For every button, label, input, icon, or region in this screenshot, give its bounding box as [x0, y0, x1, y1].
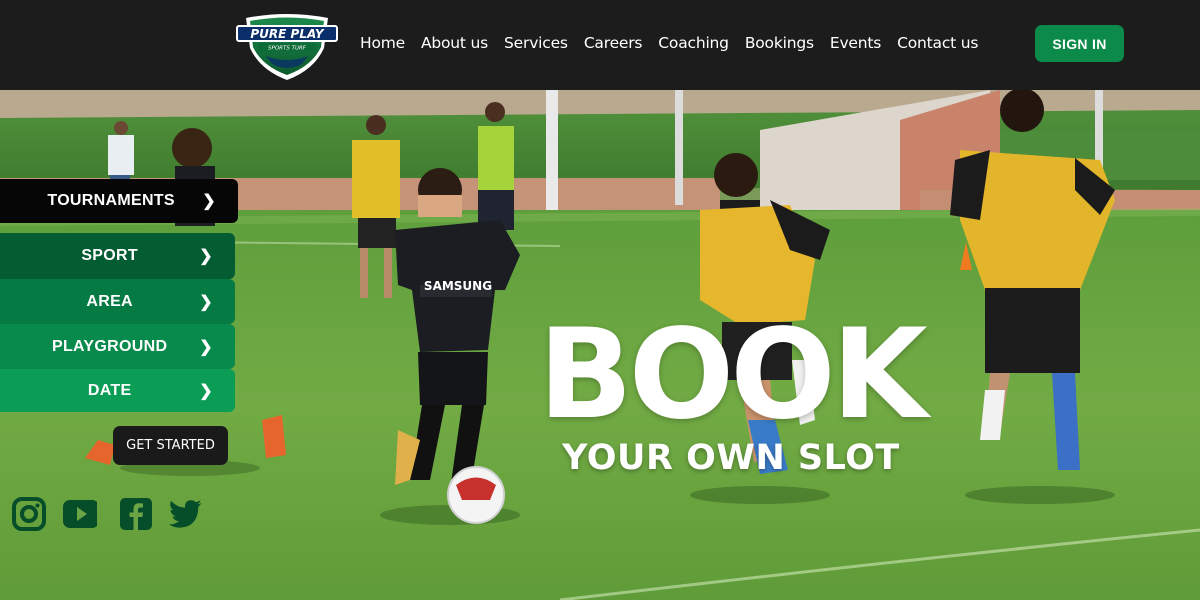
chevron-right-icon: ❯ — [199, 248, 213, 265]
jersey-text: SAMSUNG — [424, 279, 492, 293]
chevron-right-icon: ❯ — [199, 293, 213, 311]
nav-events[interactable]: Events — [830, 34, 881, 52]
youtube-icon[interactable] — [63, 497, 97, 531]
logo-text: PURE PLAY — [250, 27, 325, 41]
hero-headline-block: BOOK YOUR OWN SLOT — [536, 303, 927, 478]
nav-careers[interactable]: Careers — [584, 34, 643, 52]
instagram-icon[interactable] — [12, 497, 46, 531]
nav-coaching[interactable]: Coaching — [658, 34, 729, 52]
nav-services[interactable]: Services — [504, 34, 568, 52]
chevron-right-icon: ❯ — [199, 338, 213, 356]
filter-label: PLAYGROUND — [51, 337, 168, 355]
filter-label: TOURNAMENTS — [47, 192, 175, 209]
nav-contact-us[interactable]: Contact us — [897, 34, 978, 52]
filter-area[interactable]: AREA ❯ — [0, 279, 235, 324]
twitter-icon[interactable] — [169, 497, 203, 531]
filter-label: DATE — [87, 381, 132, 399]
filter-label: AREA — [86, 292, 133, 310]
logo-emblem: PURE PLAY SPORTS TURF — [236, 14, 338, 80]
nav-bookings[interactable]: Bookings — [745, 34, 814, 52]
nav-home[interactable]: Home — [360, 34, 405, 52]
filter-playground[interactable]: PLAYGROUND ❯ — [0, 324, 235, 369]
pure-play-logo[interactable]: PURE PLAY SPORTS TURF — [236, 12, 338, 82]
nav-about-us[interactable]: About us — [421, 34, 488, 52]
filter-label: SPORT — [81, 247, 138, 264]
chevron-right-icon: ❯ — [199, 382, 213, 400]
hero-headline: BOOK — [538, 303, 927, 447]
filter-tournaments[interactable]: TOURNAMENTS ❯ — [0, 179, 238, 223]
filter-date[interactable]: DATE ❯ — [0, 369, 235, 412]
sign-in-button[interactable]: SIGN IN — [1035, 25, 1124, 62]
main-nav: Home About us Services Careers Coaching … — [352, 28, 986, 58]
facebook-icon[interactable] — [119, 497, 153, 531]
chevron-right-icon: ❯ — [202, 193, 216, 210]
filter-sport[interactable]: SPORT ❯ — [0, 233, 235, 279]
logo-subtext: SPORTS TURF — [268, 46, 307, 52]
get-started-button[interactable]: GET STARTED — [113, 426, 228, 465]
hero-subheadline: YOUR OWN SLOT — [562, 438, 900, 478]
top-navbar: PURE PLAY SPORTS TURF Home About us Serv… — [0, 0, 1200, 90]
